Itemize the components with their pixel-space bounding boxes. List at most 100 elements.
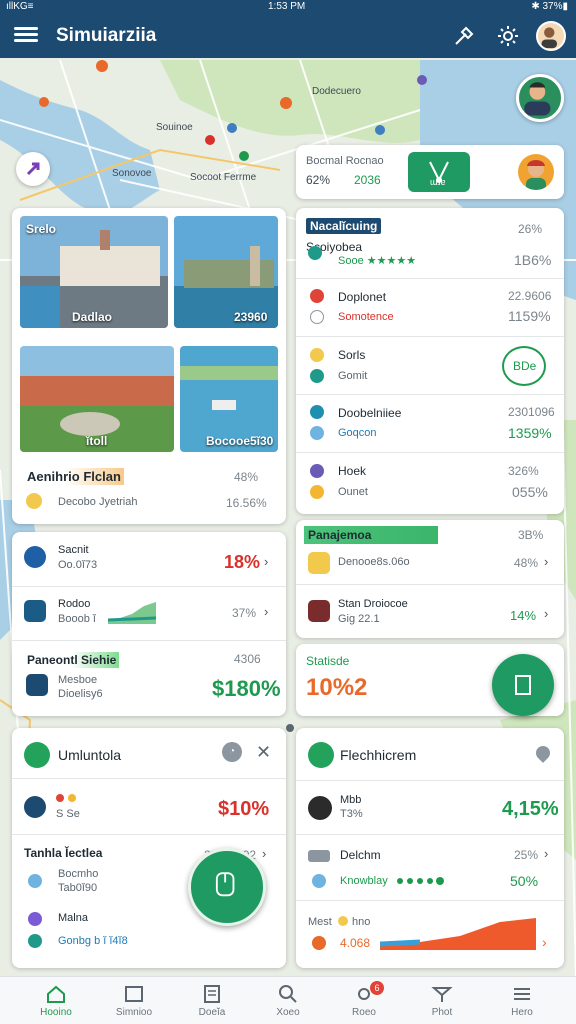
summary-action-button[interactable]: ɯɹɐ xyxy=(408,152,470,192)
nav-simulation[interactable]: Simnioo xyxy=(94,983,174,1018)
indicator-icon xyxy=(68,794,76,802)
right-stats-card[interactable]: Panajemoa 3B% Denooe8s.06o 48% › Stan Dr… xyxy=(296,520,564,638)
summary-card[interactable]: Bocmal Rocnao 62% 2036 ɯɹɐ xyxy=(296,145,564,199)
chevron-right-icon[interactable]: › xyxy=(544,606,548,621)
summary-action-label: ɯɹɐ xyxy=(430,177,446,187)
stat-value: 37% xyxy=(232,606,257,620)
photo-tile[interactable]: Srelo Dadlao xyxy=(20,216,168,328)
nav-home[interactable]: Hooino xyxy=(16,983,96,1018)
list-row-sub: Ounet xyxy=(338,486,368,498)
folder-icon xyxy=(308,552,330,574)
stat-value: 18% xyxy=(224,552,261,572)
document-icon xyxy=(204,985,220,1003)
photo-tile[interactable]: Bocooe5ĭ30 xyxy=(180,346,278,452)
bottom-left-card[interactable]: Umluntola ◔ ✕ S Se $10% Tanhla Ĭectlea 2… xyxy=(12,728,286,968)
status-dot-icon xyxy=(310,289,324,303)
list-row-title: Sorls xyxy=(338,348,366,362)
progress-ring-label: BDe xyxy=(513,359,537,373)
primary-fab-button[interactable] xyxy=(188,848,266,926)
hamburger-menu-icon[interactable] xyxy=(14,24,38,48)
list-row-sub: Sooe ★★★★★ xyxy=(338,255,417,267)
status-dot-icon xyxy=(312,936,326,950)
nav-label: Hooino xyxy=(40,1007,72,1018)
stat-sub: Booob ĭ xyxy=(58,613,96,625)
list-row-value: 2301096 xyxy=(508,405,555,419)
list-row-value: 22.9606 xyxy=(508,289,552,303)
photo-caption: 23960 xyxy=(234,310,268,324)
profile-avatar[interactable] xyxy=(516,74,564,122)
bottom-right-card[interactable]: Flechhicrem Mbb T3% 4,15% Delchm 25% › K… xyxy=(296,728,564,968)
row-title: Delchm xyxy=(340,848,381,862)
photo-caption: Dadlao xyxy=(72,310,113,324)
sparkline-chart xyxy=(108,602,156,624)
pin-icon[interactable] xyxy=(533,743,553,763)
location-button[interactable] xyxy=(16,152,50,186)
panel-value: 3B% xyxy=(518,528,544,542)
chevron-right-icon[interactable]: › xyxy=(544,554,548,569)
tools-icon[interactable] xyxy=(452,24,476,48)
chevron-right-icon[interactable]: › xyxy=(542,934,547,950)
photos-footer-value: 48% xyxy=(234,470,259,484)
tv-icon xyxy=(24,600,46,622)
statistic-value: 10%2 xyxy=(306,674,368,701)
stat-value: 48% xyxy=(514,556,539,570)
row-title: Mbb xyxy=(340,794,362,806)
panel-sub: Dioelisy6 xyxy=(58,688,103,700)
status-dot-icon xyxy=(28,934,42,948)
nav-more[interactable]: Hero xyxy=(482,983,562,1018)
list-row-value: 326% xyxy=(508,464,539,478)
row-title: Mest xyxy=(308,916,332,928)
panel-sub: Mesboe xyxy=(58,674,98,686)
book-icon xyxy=(308,796,332,820)
status-bar: ıllKG≡ 1:53 PM ✱ 37%▮ xyxy=(0,0,576,14)
row-value: 4,15% xyxy=(502,798,559,820)
nav-photo[interactable]: Phot xyxy=(402,983,482,1018)
nav-label: Xoeo xyxy=(276,1007,300,1018)
status-dot-icon xyxy=(310,485,324,499)
chevron-right-icon[interactable]: › xyxy=(544,846,548,861)
summary-avatar[interactable] xyxy=(518,154,554,190)
photo-tile[interactable]: ĭtoll xyxy=(20,346,174,452)
close-icon[interactable]: ✕ xyxy=(256,742,271,763)
list-row-title: Hoek xyxy=(338,464,367,478)
left-stats-card[interactable]: Sacnit Oo.0ĭ73 18% › Rodoo Booob ĭ 37% ›… xyxy=(12,532,286,716)
area-trend-chart xyxy=(380,918,536,950)
chevron-right-icon[interactable]: › xyxy=(264,554,268,569)
stat-title: Sacnit xyxy=(58,544,89,556)
search-icon xyxy=(279,985,297,1003)
signal-indicator: ıllKG≡ xyxy=(6,1,34,12)
photos-card[interactable]: Srelo Dadlao 23960 ĭtoll Bocooe5ĭ30 Aeni… xyxy=(12,208,286,524)
summary-value: 62% xyxy=(306,173,331,187)
photos-footer-sub: Decobo Jyetriah xyxy=(58,496,138,508)
home-icon xyxy=(47,985,65,1003)
section-title: Tanhla Ĭectlea xyxy=(24,846,103,860)
stat-title: Denooe8s.06o xyxy=(338,556,410,568)
list-card[interactable]: Nacalĭcuing Scoiyobea Sooe ★★★★★ 26% 1B6… xyxy=(296,208,564,514)
app-title: Simuiarziia xyxy=(56,25,157,46)
info-icon xyxy=(310,310,324,324)
nav-label: Simnioo xyxy=(115,1007,153,1018)
status-dot-icon xyxy=(28,874,42,888)
menu-icon xyxy=(514,988,530,1000)
gear-icon[interactable] xyxy=(496,24,520,48)
list-row-sub: Goqcon xyxy=(338,427,377,439)
dot-trend-chart xyxy=(397,877,444,885)
user-avatar[interactable] xyxy=(536,21,566,51)
nav-label: Doeĭa xyxy=(198,1007,226,1018)
summary-label: Bocmal Rocnao xyxy=(306,155,384,167)
chevron-right-icon[interactable]: › xyxy=(264,604,268,619)
status-dot-icon xyxy=(308,246,322,260)
map-fab-button[interactable] xyxy=(492,654,554,716)
photo-tile[interactable]: 23960 xyxy=(174,216,278,328)
list-row-title: Doplonet xyxy=(338,290,387,304)
row-sub: S Se xyxy=(56,808,80,820)
nav-notifications[interactable]: 6 Roeo xyxy=(324,981,404,1018)
status-dot-icon xyxy=(310,464,324,478)
item-sub: Gonbg b ĭ ĭ4ĭ8 xyxy=(58,935,128,947)
truck-icon xyxy=(308,850,330,862)
nav-search[interactable]: Xoeo xyxy=(248,983,328,1018)
nav-data[interactable]: Doeĭa xyxy=(172,983,252,1018)
list-row-sub: Gomit xyxy=(338,370,368,382)
list-row-title: Doobelniiee xyxy=(338,406,402,420)
photo-caption: ĭtoll xyxy=(86,434,108,448)
